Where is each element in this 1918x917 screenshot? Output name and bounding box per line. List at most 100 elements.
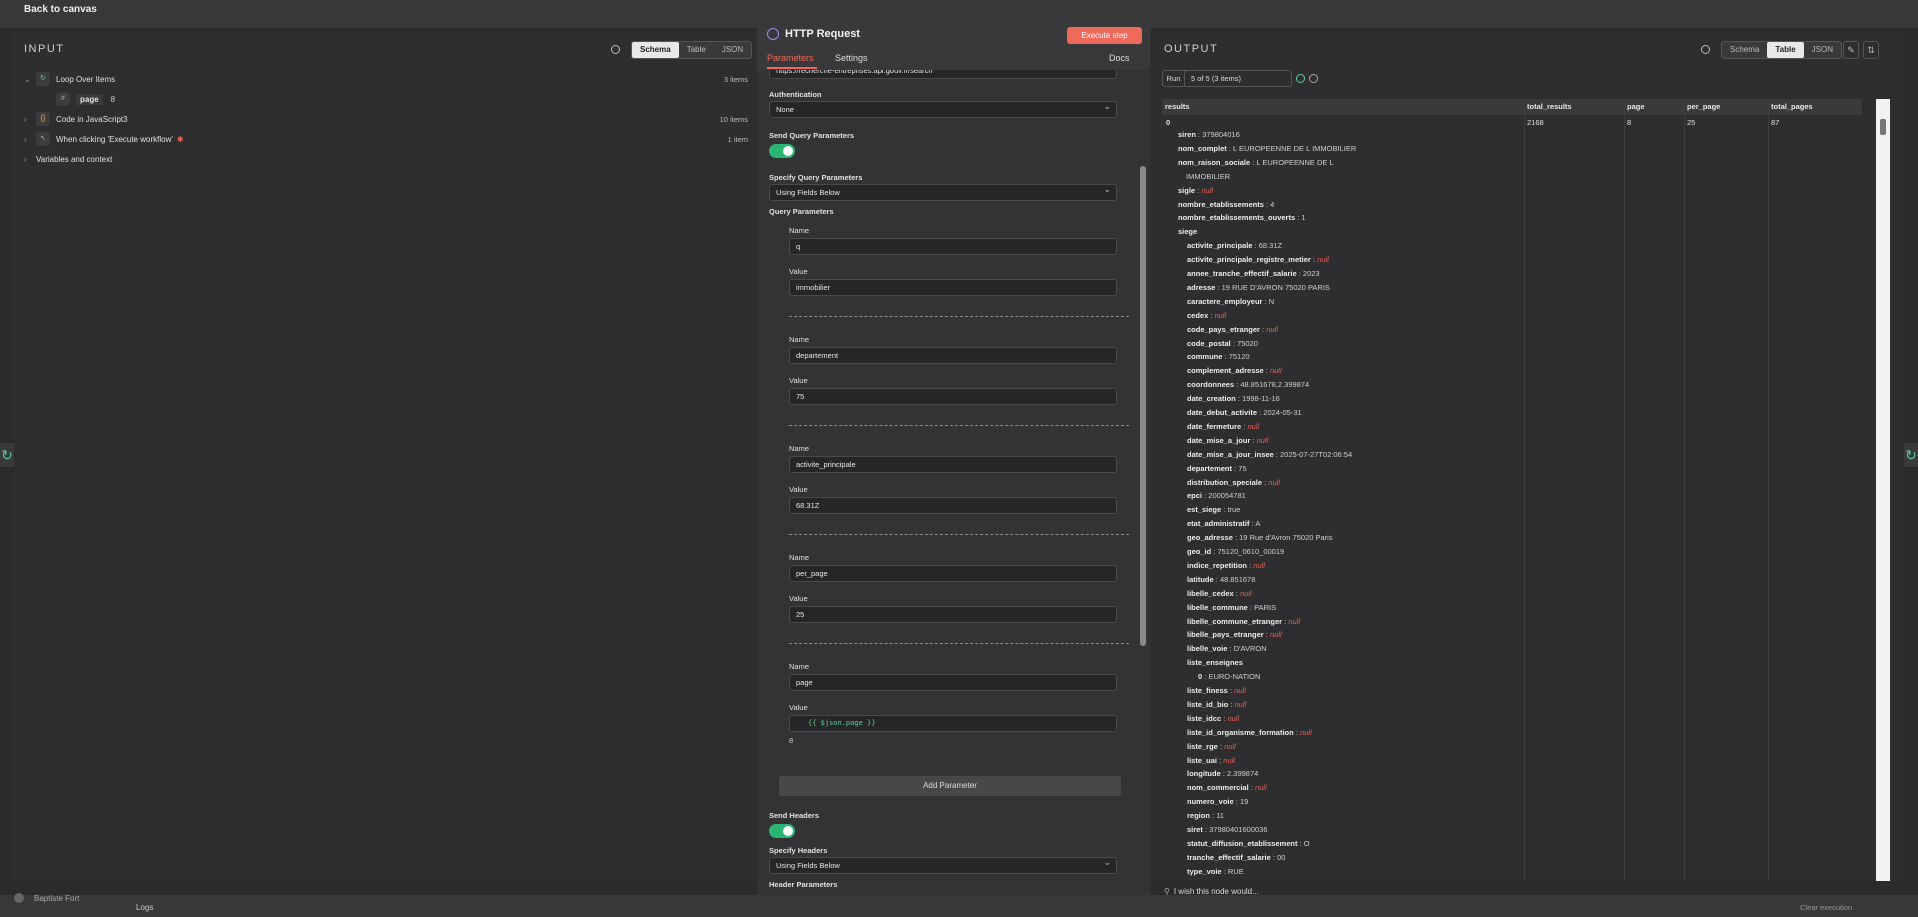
tab-json[interactable]: JSON bbox=[714, 42, 751, 58]
result-field: libelle_pays_etranger : null bbox=[1187, 630, 1282, 640]
result-field: region : 11 bbox=[1187, 811, 1224, 821]
result-field: IMMOBILIER bbox=[1186, 171, 1231, 181]
param-value-input[interactable]: 68.31Z bbox=[789, 497, 1117, 514]
node-panel: HTTP Request Execute step Parameters Set… bbox=[757, 18, 1151, 914]
tab-json[interactable]: JSON bbox=[1804, 42, 1841, 58]
result-field: statut_diffusion_etablissement : O bbox=[1187, 838, 1310, 848]
param-value-label: Value bbox=[789, 703, 808, 712]
info-icon[interactable] bbox=[1309, 74, 1318, 83]
expression-input[interactable]: {{ $json.page }} bbox=[789, 715, 1117, 732]
result-field: distribution_speciale : null bbox=[1187, 477, 1280, 487]
scrollbar-thumb[interactable] bbox=[1880, 119, 1886, 135]
tab-schema[interactable]: Schema bbox=[1722, 42, 1767, 58]
result-field: caractere_employeur : N bbox=[1187, 296, 1275, 306]
specify-query-select[interactable]: Using Fields Below bbox=[769, 182, 1117, 201]
input-title: INPUT bbox=[24, 43, 65, 55]
back-to-canvas-link[interactable]: Back to canvas bbox=[24, 4, 97, 15]
send-query-toggle[interactable] bbox=[769, 144, 795, 158]
search-icon[interactable] bbox=[1701, 45, 1710, 54]
tab-parameters[interactable]: Parameters bbox=[767, 53, 814, 63]
edit-icon[interactable]: ✎ bbox=[1843, 41, 1859, 59]
result-field: siege bbox=[1178, 227, 1198, 237]
result-field: tranche_effectif_salarie : 00 bbox=[1187, 852, 1286, 862]
result-field: etat_administratif : A bbox=[1187, 519, 1261, 529]
result-field: geo_adresse : 19 Rue d'Avron 75020 Paris bbox=[1187, 533, 1333, 543]
result-field: libelle_cedex : null bbox=[1187, 588, 1252, 598]
search-icon[interactable] bbox=[611, 45, 620, 54]
param-name-input[interactable]: per_page bbox=[789, 565, 1117, 582]
result-field: commune : 75120 bbox=[1187, 352, 1250, 362]
specify-query-label: Specify Query Parameters bbox=[769, 173, 863, 182]
node-header: HTTP Request Execute step Parameters Set… bbox=[757, 18, 1151, 70]
param-divider bbox=[789, 316, 1129, 317]
result-field: complement_adresse : null bbox=[1187, 366, 1282, 376]
result-field: longitude : 2.399874 bbox=[1187, 769, 1259, 779]
result-field: indice_repetition : null bbox=[1187, 560, 1265, 570]
param-name-input[interactable]: page bbox=[789, 674, 1117, 691]
result-field: nombre_etablissements_ouverts : 1 bbox=[1178, 213, 1306, 223]
param-name-input[interactable]: q bbox=[789, 238, 1117, 255]
param-divider bbox=[789, 534, 1129, 535]
param-value-input[interactable]: 25 bbox=[789, 606, 1117, 623]
param-name-label: Name bbox=[789, 553, 810, 562]
result-field: code_pays_etranger : null bbox=[1187, 324, 1278, 334]
specify-headers-select[interactable]: Using Fields Below bbox=[769, 855, 1117, 874]
output-scrollbar[interactable] bbox=[1876, 99, 1890, 881]
cell-page: 8 bbox=[1627, 118, 1632, 127]
param-name-input[interactable]: departement bbox=[789, 347, 1117, 364]
result-field: siren : 379804016 bbox=[1178, 130, 1240, 139]
globe-icon bbox=[767, 28, 779, 40]
execute-step-button[interactable]: Execute step bbox=[1067, 27, 1142, 44]
param-name-label: Name bbox=[789, 226, 810, 235]
tree-row-manual-trigger[interactable]: › ↖ When clicking 'Execute workflow' ✱ 1… bbox=[24, 129, 748, 149]
tree-row-code[interactable]: › {} Code in JavaScript3 10 items bbox=[24, 109, 748, 129]
result-field: libelle_commune_etranger : null bbox=[1187, 616, 1300, 626]
result-field: coordonnees : 48.851678,2.399874 bbox=[1187, 380, 1310, 390]
add-parameter-button[interactable]: Add Parameter bbox=[779, 776, 1121, 796]
result-field: geo_id : 75120_0610_00019 bbox=[1187, 547, 1285, 556]
result-field: libelle_commune : PARIS bbox=[1187, 602, 1277, 612]
param-name-input[interactable]: activite_principale bbox=[789, 456, 1117, 473]
active-tab-indicator bbox=[767, 67, 817, 69]
tab-settings[interactable]: Settings bbox=[835, 53, 868, 63]
param-value-label: Value bbox=[789, 594, 808, 603]
tree-row-loop-over-items[interactable]: ⌄ ↻ Loop Over Items 3 items bbox=[24, 69, 748, 89]
result-field: departement : 75 bbox=[1187, 463, 1247, 473]
param-name-label: Name bbox=[789, 335, 810, 344]
form-scrollbar[interactable] bbox=[1137, 76, 1149, 906]
bottom-bar bbox=[0, 895, 1918, 917]
logs-label[interactable]: Logs bbox=[136, 903, 153, 912]
url-input[interactable]: https://recherche-entreprises.api.gouv.f… bbox=[769, 70, 1117, 79]
tab-table[interactable]: Table bbox=[1767, 42, 1804, 58]
cursor-icon: ↖ bbox=[36, 132, 50, 146]
refresh-icon-right[interactable]: ↻ bbox=[1904, 443, 1918, 467]
result-field: est_siege : true bbox=[1187, 505, 1241, 515]
send-headers-toggle[interactable] bbox=[769, 824, 795, 838]
column-header: page bbox=[1624, 99, 1684, 115]
avatar[interactable] bbox=[14, 893, 24, 903]
result-field: latitude : 48.851678 bbox=[1187, 574, 1256, 584]
refresh-icon-left[interactable]: ↻ bbox=[0, 443, 14, 467]
send-headers-label: Send Headers bbox=[769, 811, 820, 820]
param-value-label: Value bbox=[789, 485, 808, 494]
run-selector[interactable]: Run 5 of 5 (3 items) bbox=[1162, 70, 1292, 87]
param-value-input[interactable]: 75 bbox=[789, 388, 1117, 405]
param-divider bbox=[789, 643, 1129, 644]
pin-icon[interactable]: ⇅ bbox=[1863, 41, 1879, 59]
docs-link[interactable]: Docs bbox=[1109, 53, 1130, 63]
tree-row-variables[interactable]: › Variables and context bbox=[24, 149, 748, 169]
result-field: code_postal : 75020 bbox=[1187, 338, 1258, 348]
scrollbar-thumb[interactable] bbox=[1140, 166, 1146, 646]
clear-execution-button[interactable]: Clear execution bbox=[1800, 903, 1852, 912]
result-field: nom_complet : L EUROPEENNE DE L IMMOBILI… bbox=[1178, 143, 1357, 153]
tab-schema[interactable]: Schema bbox=[632, 42, 679, 58]
user-name: Baptiste Fort bbox=[34, 894, 80, 903]
parameters-form: https://recherche-entreprises.api.gouv.f… bbox=[769, 70, 1129, 914]
param-value-input[interactable]: immobilier bbox=[789, 279, 1117, 296]
param-divider bbox=[789, 425, 1129, 426]
hash-icon: # bbox=[56, 92, 70, 106]
auth-select[interactable]: None bbox=[769, 99, 1117, 118]
result-field: activite_principale_registre_metier : nu… bbox=[1187, 255, 1329, 265]
result-field: liste_idcc : null bbox=[1187, 713, 1240, 723]
tab-table[interactable]: Table bbox=[679, 42, 714, 58]
